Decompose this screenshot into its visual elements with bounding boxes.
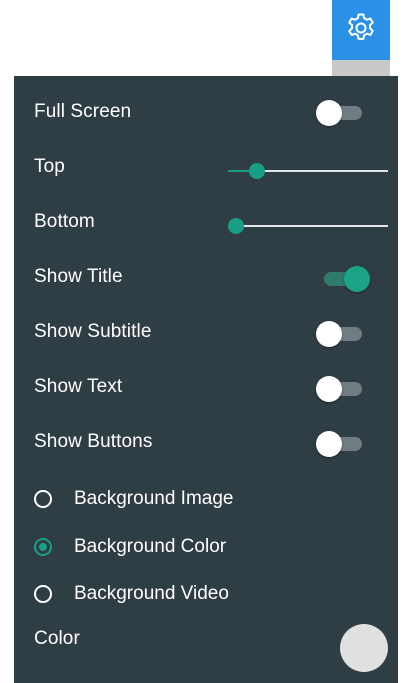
color-label: Color — [34, 628, 80, 649]
bottom-slider[interactable] — [228, 218, 388, 234]
show-title-toggle[interactable] — [316, 266, 370, 292]
top-slider-thumb[interactable] — [248, 163, 265, 179]
show-subtitle-toggle[interactable] — [316, 321, 370, 347]
show-text-toggle[interactable] — [316, 376, 370, 402]
top-slider-label: Top — [34, 156, 65, 177]
background-video-radio[interactable] — [34, 585, 52, 603]
full-screen-toggle[interactable] — [316, 100, 370, 126]
bottom-slider-label: Bottom — [34, 211, 95, 232]
color-swatch[interactable] — [340, 624, 388, 672]
show-subtitle-label: Show Subtitle — [34, 321, 152, 342]
show-title-label: Show Title — [34, 266, 123, 287]
show-text-label: Show Text — [34, 376, 123, 397]
background-color-radio[interactable] — [34, 538, 52, 556]
show-buttons-toggle[interactable] — [316, 431, 370, 457]
background-video-label[interactable]: Background Video — [74, 579, 229, 609]
gear-icon — [344, 11, 378, 50]
settings-gear-button[interactable] — [332, 0, 390, 60]
settings-tab-connector — [332, 60, 390, 76]
background-image-label[interactable]: Background Image — [74, 484, 234, 514]
background-color-label[interactable]: Background Color — [74, 532, 226, 562]
settings-panel: Full Screen Top Bottom Show Title Show S… — [14, 76, 398, 683]
background-image-radio[interactable] — [34, 490, 52, 508]
full-screen-label: Full Screen — [34, 101, 132, 122]
bottom-slider-thumb[interactable] — [228, 218, 244, 234]
top-slider[interactable] — [228, 163, 388, 179]
show-buttons-label: Show Buttons — [34, 431, 153, 452]
